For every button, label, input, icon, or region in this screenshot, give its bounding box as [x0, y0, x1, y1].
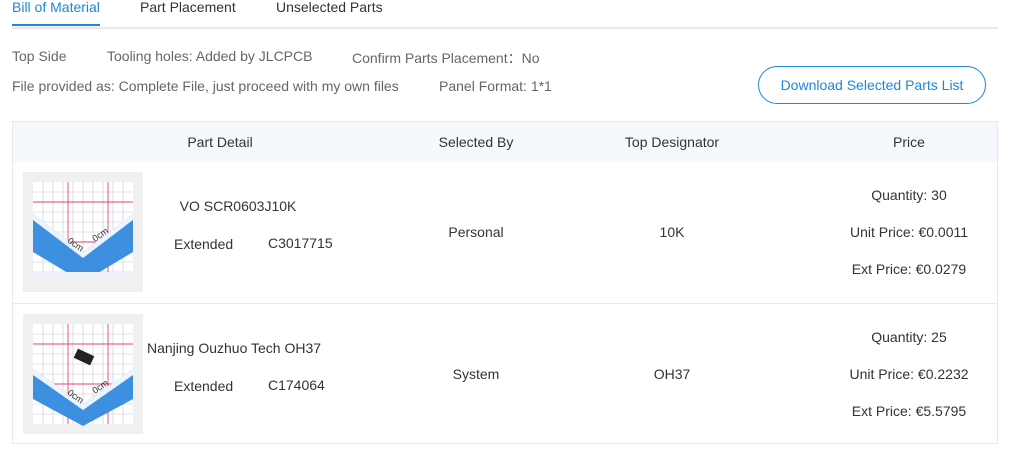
header-selected-by: Selected By [438, 134, 514, 150]
table-header: Part Detail Selected By Top Designator P… [13, 122, 997, 162]
top-designator: 10K [659, 224, 685, 240]
ext-price: Ext Price: €5.5795 [851, 403, 967, 419]
tab-bar: Bill of Material Part Placement Unselect… [12, 0, 998, 29]
part-name[interactable]: VO SCR0603J10K [180, 198, 297, 214]
quantity: Quantity: 30 [871, 187, 947, 203]
side-info: Top Side [12, 48, 67, 64]
selected-by: Personal [448, 224, 504, 240]
tab-part-placement[interactable]: Part Placement [140, 0, 236, 15]
part-name[interactable]: Nanjing Ouzhuo Tech OH37 [147, 340, 321, 356]
part-code[interactable]: C174064 [268, 377, 325, 393]
file-info: File provided as: Complete File, just pr… [12, 78, 399, 94]
quantity: Quantity: 25 [871, 329, 947, 345]
unit-price: Unit Price: €0.2232 [849, 366, 969, 382]
resistor-thumbnail-icon[interactable]: 0cm 0cm [23, 172, 143, 292]
bom-table: Part Detail Selected By Top Designator P… [12, 121, 998, 444]
sot23-thumbnail-icon[interactable]: 0cm 0cm [23, 314, 143, 434]
top-designator: OH37 [653, 366, 691, 382]
confirm-placement-info: Confirm Parts Placement：No [352, 50, 540, 66]
tab-bill-of-material[interactable]: Bill of Material [12, 0, 100, 26]
header-part-detail: Part Detail [187, 134, 253, 150]
download-selected-parts-button[interactable]: Download Selected Parts List [758, 66, 986, 104]
unit-price: Unit Price: €0.0011 [849, 224, 969, 240]
part-code[interactable]: C3017715 [268, 235, 333, 251]
table-row: 0cm 0cm Nanjing Ouzhuo Tech OH37 Extende… [13, 303, 997, 445]
header-top-designator: Top Designator [624, 134, 720, 150]
selected-by: System [452, 366, 500, 382]
part-type: Extended [174, 236, 234, 252]
part-type: Extended [174, 378, 234, 394]
table-row: 0cm 0cm VO SCR0603J10K Extended C3017715… [13, 162, 997, 303]
header-price: Price [893, 134, 925, 150]
panel-format-info: Panel Format: 1*1 [439, 78, 552, 94]
tooling-info: Tooling holes: Added by JLCPCB [107, 48, 313, 64]
ext-price: Ext Price: €0.0279 [851, 261, 967, 277]
tab-unselected-parts[interactable]: Unselected Parts [276, 0, 383, 15]
